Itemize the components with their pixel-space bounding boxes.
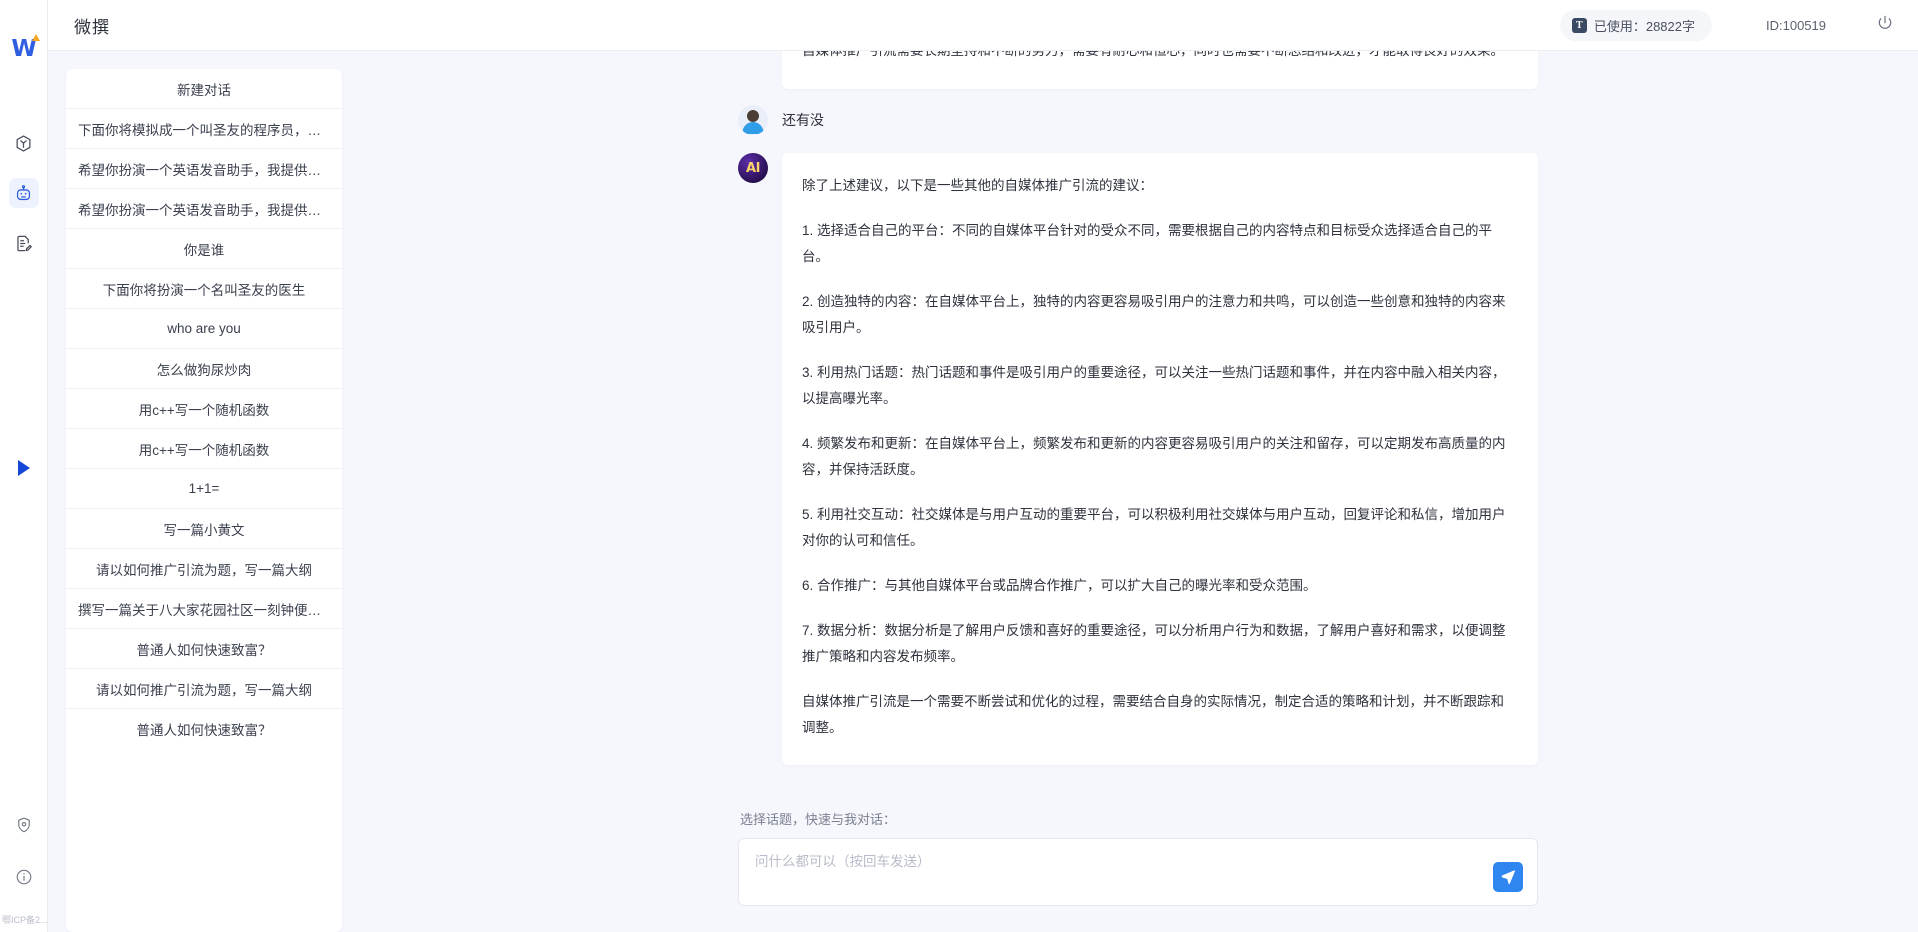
composer-box[interactable] [738,838,1538,906]
chat-wrapper: 自媒体推广引流需要长期坚持和不断的努力，需要有耐心和恒心，同时也需要不断总结和改… [358,51,1918,932]
new-conversation-button[interactable]: 新建对话 [66,69,342,109]
list-item[interactable]: 你是谁 [66,229,342,269]
conversation-title: 写一篇小黄文 [163,522,245,538]
power-button[interactable] [1874,14,1896,36]
conversation-column: 新建对话 下面你将模拟成一个叫圣友的程序员，我说... 希望你扮演一个英语发音助… [48,51,358,932]
conversation-title: who are you [167,321,241,336]
conversation-title: 希望你扮演一个英语发音助手，我提供给你... [78,162,330,178]
assistant-message-body: 除了上述建议，以下是一些其他的自媒体推广引流的建议： 1. 选择适合自己的平台：… [782,153,1538,765]
list-item[interactable]: 用c++写一个随机函数 [66,429,342,469]
list-item[interactable]: 撰写一篇关于八大家花园社区一刻钟便民生... [66,589,342,629]
conversation-title: 下面你将模拟成一个叫圣友的程序员，我说... [78,122,330,138]
rail-bottom-group [0,810,48,892]
content-body: 新建对话 下面你将模拟成一个叫圣友的程序员，我说... 希望你扮演一个英语发音助… [48,51,1918,932]
sidebar-item-info[interactable] [9,862,39,892]
previous-message-clipped: 自媒体推广引流需要长期坚持和不断的努力，需要有耐心和恒心，同时也需要不断总结和改… [782,51,1538,89]
list-item[interactable]: 1+1= [66,469,342,509]
play-triangle-icon [17,460,30,476]
conversation-title: 用c++写一个随机函数 [138,402,270,418]
new-conversation-label: 新建对话 [177,82,231,98]
list-item[interactable]: 怎么做狗尿炒肉 [66,349,342,389]
rail-expand-button[interactable] [11,455,37,481]
avatar-body-shape [742,122,764,134]
ai-avatar-label: AI [746,160,760,176]
assistant-paragraph: 2. 创造独特的内容：在自媒体平台上，独特的内容更容易吸引用户的注意力和共鸣，可… [802,294,1506,335]
list-item[interactable]: 希望你扮演一个英语发音助手，我提供给你... [66,189,342,229]
sidebar-item-document-edit[interactable] [9,228,39,258]
list-item[interactable]: 用c++写一个随机函数 [66,389,342,429]
assistant-paragraph: 4. 频繁发布和更新：在自媒体平台上，频繁发布和更新的内容更容易吸引用户的关注和… [802,436,1506,477]
shield-icon [15,816,33,834]
logo-spark-icon [31,34,40,41]
conversation-title: 普通人如何快速致富？ [136,642,272,658]
list-item[interactable]: 普通人如何快速致富？ [66,629,342,669]
assistant-message: AI 除了上述建议，以下是一些其他的自媒体推广引流的建议： 1. 选择适合自己的… [738,153,1538,765]
rail-footer-text: 鄂ICP备2... [2,915,48,925]
cube-icon [14,134,33,153]
send-button[interactable] [1493,862,1523,892]
main-column: 微撰 T 已使用：28822字 ID:100519 新建对话 下面你将模拟成一个… [48,0,1918,932]
chat-message-container: 自媒体推广引流需要长期坚持和不断的努力，需要有耐心和恒心，同时也需要不断总结和改… [738,51,1538,771]
assistant-paragraph: 6. 合作推广：与其他自媒体平台或品牌合作推广，可以扩大自己的曝光率和受众范围。 [802,578,1317,593]
conversation-title: 请以如何推广引流为题，写一篇大纲 [96,682,312,698]
chat-column: 自媒体推广引流需要长期坚持和不断的努力，需要有耐心和恒心，同时也需要不断总结和改… [358,51,1918,932]
sidebar-item-ai-assistant[interactable] [8,178,39,208]
usage-badge[interactable]: T 已使用：28822字 [1559,9,1712,41]
avatar-head-shape [747,110,759,122]
app-root: W 鄂ICP备2... 微撰 T 已使用：28822字 ID:100519 新建… [0,0,1918,932]
list-item[interactable]: 下面你将扮演一个名叫圣友的医生 [66,269,342,309]
conversation-title: 用c++写一个随机函数 [138,442,270,458]
user-id-label: ID:100519 [1766,17,1826,33]
user-message: 还有没 [738,105,1538,135]
info-icon [15,868,33,886]
conversation-title: 下面你将扮演一个名叫圣友的医生 [102,282,306,298]
conversation-list: 新建对话 下面你将模拟成一个叫圣友的程序员，我说... 希望你扮演一个英语发音助… [66,69,342,932]
send-paper-plane-icon [1500,869,1516,885]
conversation-title: 请以如何推广引流为题，写一篇大纲 [96,562,312,578]
list-item[interactable]: 写一篇小黄文 [66,509,342,549]
conversation-title: 1+1= [188,481,220,496]
conversation-title: 希望你扮演一个英语发音助手，我提供给你... [78,202,330,218]
clipped-text: 自媒体推广引流需要长期坚持和不断的努力，需要有耐心和恒心，同时也需要不断总结和改… [802,51,1508,64]
conversation-title: 撰写一篇关于八大家花园社区一刻钟便民生... [78,602,330,618]
assistant-paragraph: 1. 选择适合自己的平台：不同的自媒体平台针对的受众不同，需要根据自己的内容特点… [802,223,1493,264]
ai-avatar: AI [738,153,768,183]
list-item[interactable]: 请以如何推广引流为题，写一篇大纲 [66,549,342,589]
top-bar: 微撰 T 已使用：28822字 ID:100519 [48,0,1918,51]
usage-label: 已使用：28822字 [1593,18,1695,34]
chat-scroll-area[interactable]: 自媒体推广引流需要长期坚持和不断的努力，需要有耐心和恒心，同时也需要不断总结和改… [358,51,1918,795]
power-icon [1876,14,1894,37]
composer-hint-label: 选择话题，快速与我对话： [740,812,897,827]
sidebar-item-cube[interactable] [9,128,39,158]
assistant-paragraph: 3. 利用热门话题：热门话题和事件是吸引用户的重要途径，可以关注一些热门话题和事… [802,365,1506,406]
list-item[interactable]: who are you [66,309,342,349]
composer: 选择话题，快速与我对话： [738,795,1538,932]
left-rail: W 鄂ICP备2... [0,0,48,932]
page-title: 微撰 [74,17,110,37]
list-item[interactable]: 请以如何推广引流为题，写一篇大纲 [66,669,342,709]
message-input[interactable] [755,852,1477,892]
user-avatar [738,105,768,135]
list-item[interactable]: 下面你将模拟成一个叫圣友的程序员，我说... [66,109,342,149]
app-logo[interactable]: W [7,32,41,66]
list-item[interactable]: 希望你扮演一个英语发音助手，我提供给你... [66,149,342,189]
document-edit-icon [14,234,33,253]
assistant-paragraph: 5. 利用社交互动：社交媒体是与用户互动的重要平台，可以积极利用社交媒体与用户互… [802,507,1506,548]
conversation-title: 怎么做狗尿炒肉 [156,362,252,378]
rail-icon-group [8,128,39,258]
conversation-title: 你是谁 [183,242,225,258]
conversation-title: 普通人如何快速致富？ [136,723,272,738]
sidebar-item-security[interactable] [9,810,39,840]
user-message-text: 还有没 [782,112,824,128]
list-item[interactable]: 普通人如何快速致富？ [66,709,342,749]
assistant-paragraph: 7. 数据分析：数据分析是了解用户反馈和喜好的重要途径，可以分析用户行为和数据，… [802,623,1506,664]
text-count-icon: T [1571,17,1587,33]
robot-icon [14,184,33,203]
assistant-paragraph: 自媒体推广引流是一个需要不断尝试和优化的过程，需要结合自身的实际情况，制定合适的… [802,694,1504,735]
assistant-paragraph: 除了上述建议，以下是一些其他的自媒体推广引流的建议： [802,178,1153,193]
